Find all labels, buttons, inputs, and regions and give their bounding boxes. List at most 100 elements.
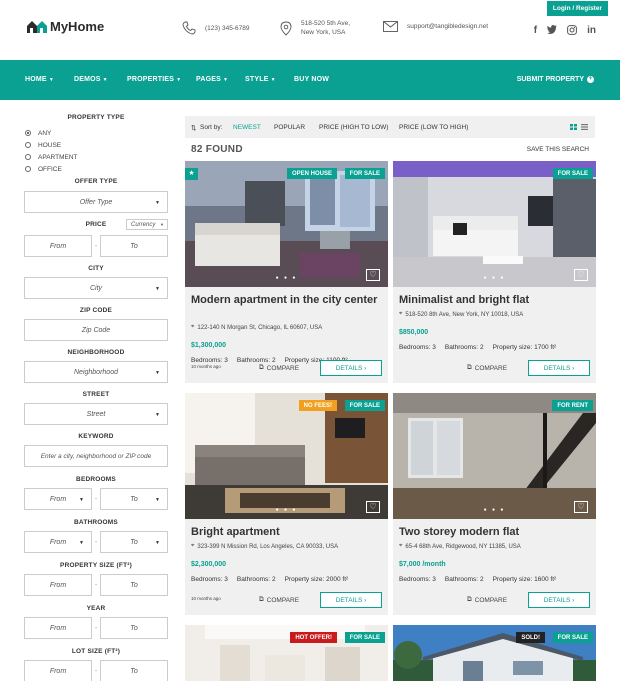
property-photo[interactable]: NO FEES! FOR SALE ● ● ● ♡	[185, 393, 388, 519]
login-register-button[interactable]: Login / Register	[546, 1, 608, 16]
input-placeholder: From	[49, 242, 67, 250]
bathrooms-from-select[interactable]: From ▼	[24, 531, 92, 553]
property-card[interactable]: FOR SALE ● ● ● ♡ Minimalist and bright f…	[393, 161, 596, 383]
property-card[interactable]: NO FEES! FOR SALE ● ● ● ♡ Bright apartme…	[185, 393, 388, 615]
sort-price-high-low[interactable]: PRICE (HIGH TO LOW)	[319, 124, 388, 131]
select-value: Street	[86, 410, 106, 418]
linkedin-icon[interactable]: in	[587, 25, 596, 38]
street-select[interactable]: Street ▼	[24, 403, 168, 425]
details-button[interactable]: DETAILS ›	[320, 592, 382, 608]
sort-newest[interactable]: NEWEST	[233, 124, 261, 131]
nav-item-buy-now[interactable]: BUY NOW	[294, 76, 329, 83]
radio-icon	[25, 154, 31, 160]
save-search-link[interactable]: SAVE THIS SEARCH	[527, 146, 589, 153]
radio-office[interactable]: OFFICE	[25, 163, 168, 175]
feature-value: 1700 ft²	[534, 344, 557, 351]
carousel-dots[interactable]: ● ● ●	[393, 275, 596, 281]
property-card[interactable]: FOR RENT ● ● ● ♡ Two storey modern flat …	[393, 393, 596, 615]
bathrooms-count: Bathrooms: 2	[445, 344, 484, 351]
property-photo[interactable]: FOR RENT ● ● ● ♡	[393, 393, 596, 519]
logo[interactable]: MyHome	[26, 18, 104, 34]
compare-button[interactable]: ⧉ COMPARE	[259, 596, 299, 604]
sort-popular[interactable]: POPULAR	[274, 124, 305, 131]
submit-property-button[interactable]: SUBMIT PROPERTY +	[517, 76, 594, 83]
property-address: ⌖ 518-520 8th Ave, New York, NY 10018, US…	[399, 311, 523, 318]
carousel-dots[interactable]: ● ● ●	[185, 275, 388, 281]
property-title[interactable]: Bright apartment	[191, 525, 381, 539]
sort-price-low-high[interactable]: PRICE (LOW TO HIGH)	[399, 124, 468, 131]
input-placeholder: To	[130, 667, 138, 675]
details-button[interactable]: DETAILS ›	[528, 592, 590, 608]
property-title[interactable]: Two storey modern flat	[399, 525, 589, 539]
select-value: From	[49, 495, 67, 503]
nav-item-properties[interactable]: PROPERTIES ▼	[127, 76, 181, 83]
property-card[interactable]: HOT OFFER! FOR SALE	[185, 625, 388, 681]
logo-text: MyHome	[50, 18, 105, 34]
property-card[interactable]: ★ OPEN HOUSE FOR SALE ● ● ● ♡ Modern apa…	[185, 161, 388, 383]
badge-for-sale: FOR SALE	[344, 400, 385, 411]
size-from-input[interactable]: From	[24, 574, 92, 596]
bathrooms-to-select[interactable]: To ▼	[100, 531, 168, 553]
instagram-icon[interactable]	[567, 25, 578, 38]
lot-from-input[interactable]: From	[24, 660, 92, 681]
lot-to-input[interactable]: To	[100, 660, 168, 681]
property-photo[interactable]: ★ OPEN HOUSE FOR SALE ● ● ● ♡	[185, 161, 388, 287]
heart-icon[interactable]: ♡	[574, 269, 588, 281]
property-title[interactable]: Modern apartment in the city center	[191, 293, 381, 307]
location-pin-icon: ⌖	[191, 324, 195, 330]
radio-any[interactable]: ANY	[25, 127, 168, 139]
zip-code-input[interactable]: Zip Code	[24, 319, 168, 341]
compare-button[interactable]: ⧉ COMPARE	[259, 364, 299, 372]
bedrooms-to-select[interactable]: To ▼	[100, 488, 168, 510]
size-to-input[interactable]: To	[100, 574, 168, 596]
phone-number[interactable]: (123) 345-6789	[205, 24, 249, 33]
currency-select[interactable]: Currency ▼	[126, 219, 168, 230]
view-toggle	[570, 124, 588, 130]
city-select[interactable]: City ▼	[24, 277, 168, 299]
property-photo[interactable]: HOT OFFER! FOR SALE	[185, 625, 388, 681]
radio-apartment[interactable]: APARTMENT	[25, 151, 168, 163]
input-placeholder: To	[130, 242, 138, 250]
year-from-input[interactable]: From	[24, 617, 92, 639]
nav-item-pages[interactable]: PAGES ▼	[196, 76, 228, 83]
property-photo[interactable]: FOR SALE ● ● ● ♡	[393, 161, 596, 287]
heart-icon[interactable]: ♡	[574, 501, 588, 513]
address-contact: 518-520 5th Ave, New York, USA	[280, 19, 350, 37]
range-dash: -	[94, 242, 98, 250]
carousel-dots[interactable]: ● ● ●	[393, 507, 596, 513]
list-view-icon[interactable]	[581, 124, 588, 130]
feature-label: Bathrooms:	[236, 357, 271, 364]
bedrooms-title: BEDROOMS	[76, 476, 116, 483]
house-icon	[26, 18, 48, 34]
property-photo[interactable]: SOLD! FOR SALE	[393, 625, 596, 681]
year-to-input[interactable]: To	[100, 617, 168, 639]
radio-house[interactable]: HOUSE	[25, 139, 168, 151]
price-from-input[interactable]: From	[24, 235, 92, 257]
details-button[interactable]: DETAILS ›	[320, 360, 382, 376]
price-to-input[interactable]: To	[100, 235, 168, 257]
grid-view-icon[interactable]	[570, 124, 577, 130]
offer-type-select[interactable]: Offer Type ▼	[24, 191, 168, 213]
neighborhood-title: NEIGHBORHOOD	[67, 349, 125, 356]
property-card[interactable]: SOLD! FOR SALE	[393, 625, 596, 681]
neighborhood-select[interactable]: Neighborhood ▼	[24, 361, 168, 383]
compare-button[interactable]: ⧉ COMPARE	[467, 364, 507, 372]
compare-button[interactable]: ⧉ COMPARE	[467, 596, 507, 604]
heart-icon[interactable]: ♡	[366, 269, 380, 281]
facebook-icon[interactable]: f	[534, 25, 537, 38]
property-features: Bedrooms: 3 Bathrooms: 2 Property size: …	[191, 576, 348, 583]
property-title[interactable]: Minimalist and bright flat	[399, 293, 589, 307]
bathrooms-title: BATHROOMS	[74, 519, 118, 526]
details-button[interactable]: DETAILS ›	[528, 360, 590, 376]
twitter-icon[interactable]	[547, 25, 558, 38]
email-address[interactable]: support@tangibledesign.net	[407, 22, 488, 31]
carousel-dots[interactable]: ● ● ●	[185, 507, 388, 513]
keyword-input[interactable]: Enter a city, neighborhood or ZIP code	[24, 445, 168, 467]
heart-icon[interactable]: ♡	[366, 501, 380, 513]
results-panel: ⇅ Sort by: NEWEST POPULAR PRICE (HIGH TO…	[185, 116, 596, 681]
nav-item-style[interactable]: STYLE ▼	[245, 76, 276, 83]
nav-item-demos[interactable]: DEMOS ▼	[74, 76, 108, 83]
select-value: To	[130, 495, 138, 503]
nav-item-home[interactable]: HOME ▼	[25, 76, 54, 83]
bedrooms-from-select[interactable]: From ▼	[24, 488, 92, 510]
